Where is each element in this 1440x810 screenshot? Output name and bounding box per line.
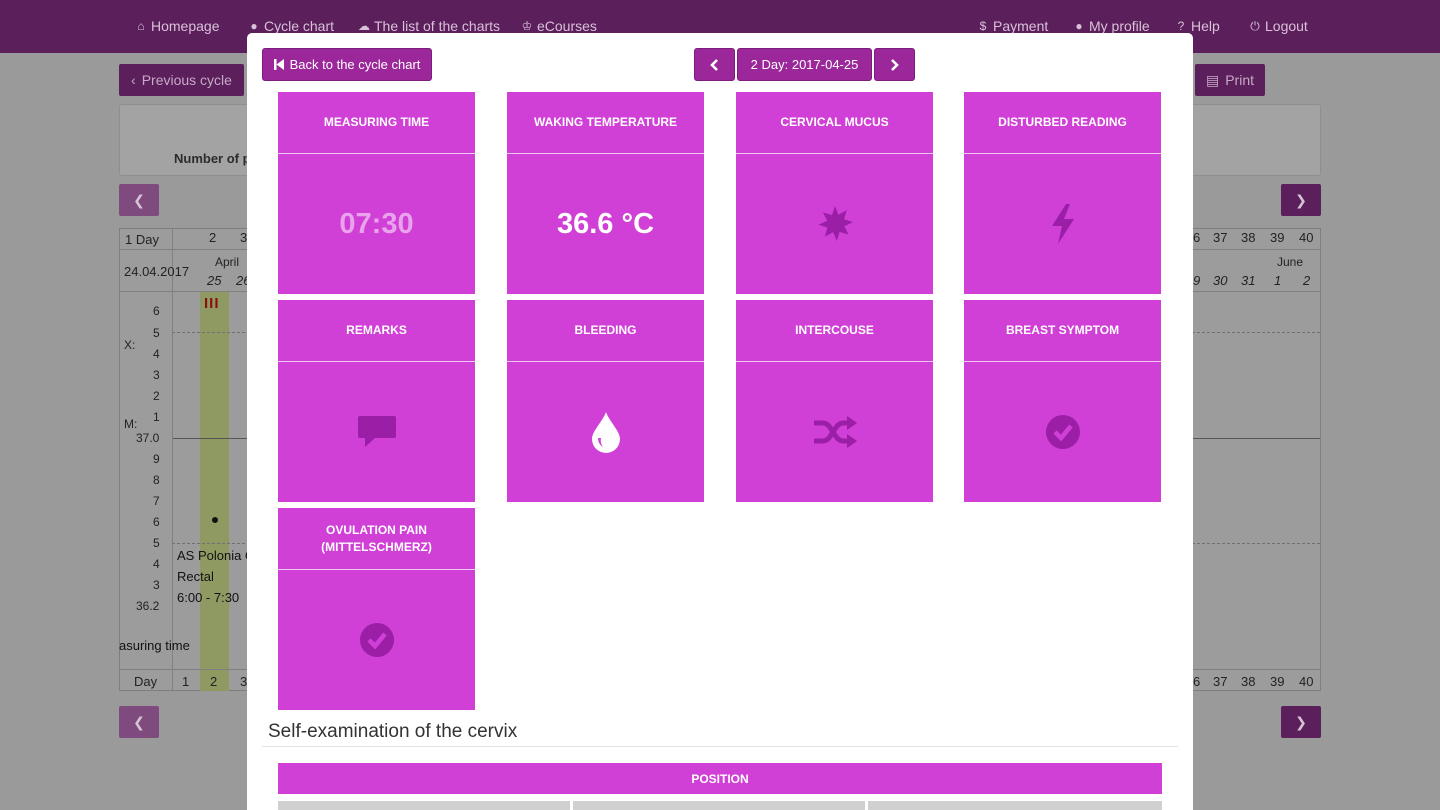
position-option[interactable]: [868, 801, 1162, 810]
tile-intercourse[interactable]: Intercouse: [736, 300, 933, 502]
droplet-icon: ●: [250, 19, 258, 33]
tile-title: Ovulation pain (Mittelschmerz): [278, 508, 475, 570]
chevron-right-icon: ❯: [1295, 713, 1307, 730]
chart-next-button-bottom[interactable]: ❯: [1281, 706, 1321, 738]
tile-disturbed-reading[interactable]: Disturbed reading: [964, 92, 1161, 294]
chart-next-button[interactable]: ❯: [1281, 184, 1321, 216]
nav-payment[interactable]: $ Payment: [977, 18, 1049, 34]
comment-icon: [357, 416, 396, 447]
tile-remarks[interactable]: Remarks: [278, 300, 475, 502]
chevron-left-icon: [710, 58, 718, 71]
cervix-section-title: Self-examination of the cervix: [268, 721, 518, 742]
chevron-left-icon: ❮: [133, 713, 145, 730]
tile-bleeding[interactable]: Bleeding: [507, 300, 704, 502]
chevron-left-icon: ‹: [131, 72, 136, 88]
day-header: 1 Day: [125, 232, 159, 247]
chart-prev-button-bottom[interactable]: ❮: [119, 706, 159, 738]
previous-cycle-button[interactable]: ‹ Previous cycle: [119, 64, 244, 96]
nav-homepage[interactable]: ⌂ Homepage: [135, 18, 219, 34]
check-circle-icon: [1045, 415, 1080, 449]
nav-cycle-chart[interactable]: ● Cycle chart: [248, 18, 334, 34]
tile-ovulation-pain[interactable]: Ovulation pain (Mittelschmerz): [278, 508, 475, 710]
dollar-icon: $: [979, 19, 987, 33]
temperature-point: [212, 517, 218, 523]
next-day-button[interactable]: [874, 48, 915, 81]
tile-waking-temperature[interactable]: Waking temperature 36.6 °C: [507, 92, 704, 294]
printer-icon: ▤: [1205, 71, 1220, 88]
tile-title: Disturbed reading: [964, 92, 1161, 154]
bleeding-marks: III: [204, 295, 220, 312]
position-option[interactable]: [278, 801, 570, 810]
tile-title: Bleeding: [507, 300, 704, 362]
chevron-left-icon: ❮: [133, 191, 145, 208]
home-icon: ⌂: [137, 19, 145, 33]
chevron-right-icon: ❯: [1295, 191, 1307, 208]
day-detail-modal: Back to the cycle chart 2 Day: 2017-04-2…: [247, 33, 1193, 810]
check-circle-icon: [359, 623, 394, 657]
tile-title: Measuring time: [278, 92, 475, 154]
measuring-time-value: 07:30: [339, 207, 414, 240]
position-option[interactable]: [573, 801, 865, 810]
nav-help[interactable]: ? Help: [1175, 18, 1220, 34]
number-label: Number of p: [174, 151, 251, 166]
cloud-icon: ☁: [358, 19, 370, 33]
cycle-date: 24.04.2017: [124, 264, 190, 279]
back-to-cycle-chart-button[interactable]: Back to the cycle chart: [262, 48, 432, 81]
tile-title: Breast symptom: [964, 300, 1161, 362]
tile-cervical-mucus[interactable]: Cervical mucus: [736, 92, 933, 294]
step-backward-icon: [273, 59, 284, 70]
section-divider: [262, 746, 1178, 747]
starburst-icon: [818, 206, 853, 241]
tile-title: Remarks: [278, 300, 475, 362]
tile-measuring-time[interactable]: Measuring time 07:30: [278, 92, 475, 294]
user-icon: ●: [1075, 19, 1083, 33]
nav-ecourses[interactable]: ♔ eCourses: [521, 18, 597, 34]
print-button[interactable]: ▤ Print: [1195, 64, 1265, 96]
nav-list-of-charts[interactable]: ☁ The list of the charts: [358, 18, 500, 34]
tile-title: Intercouse: [736, 300, 933, 362]
king-icon: ♔: [521, 19, 533, 33]
position-header: Position: [278, 763, 1162, 794]
chevron-right-icon: [891, 58, 899, 71]
shuffle-icon: [813, 416, 857, 448]
droplet-icon: [591, 412, 620, 453]
day-highlight-column: [200, 291, 229, 691]
question-circle-icon: ?: [1177, 19, 1185, 33]
tile-breast-symptom[interactable]: Breast symptom: [964, 300, 1161, 502]
current-day-label: 2 Day: 2017-04-25: [737, 48, 872, 81]
temperature-value: 36.6 °C: [556, 207, 655, 240]
previous-day-button[interactable]: [694, 48, 735, 81]
tile-title: Waking temperature: [507, 92, 704, 154]
tile-title: Cervical mucus: [736, 92, 933, 154]
nav-logout[interactable]: ⏻ Logout: [1249, 18, 1308, 34]
chart-prev-button[interactable]: ❮: [119, 184, 159, 216]
power-icon: ⏻: [1250, 19, 1260, 33]
lightning-icon: [1051, 204, 1074, 244]
nav-my-profile[interactable]: ● My profile: [1073, 18, 1149, 34]
